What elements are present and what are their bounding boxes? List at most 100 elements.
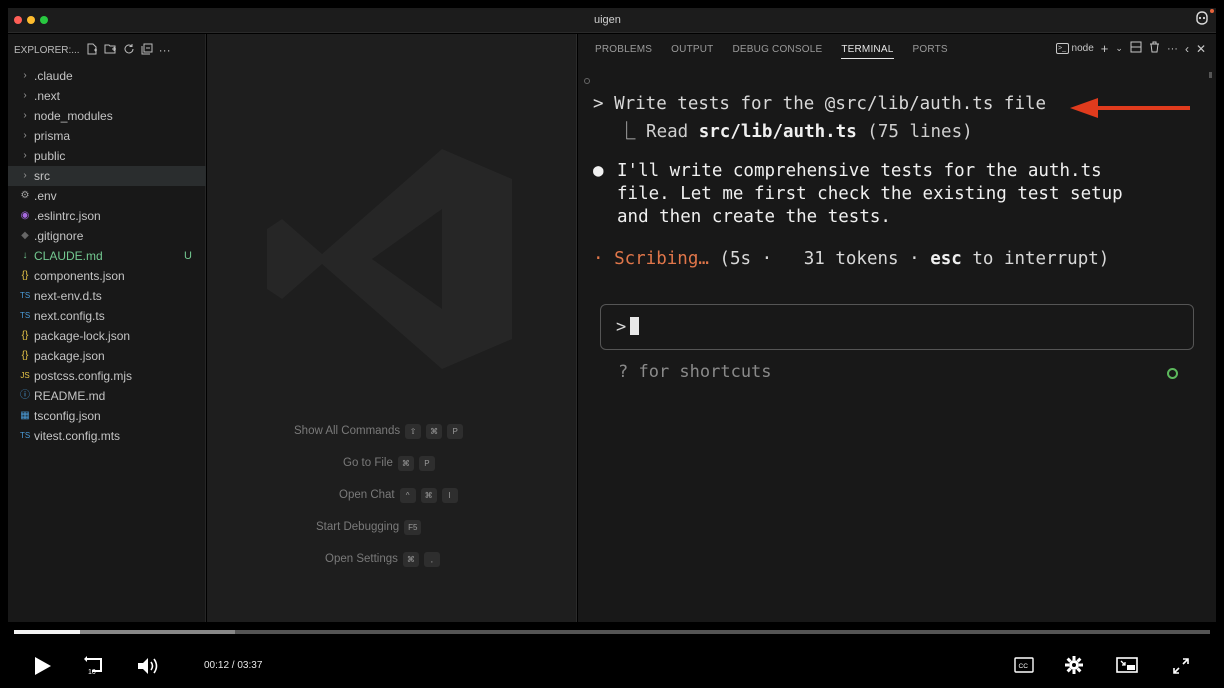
closed-captions-button[interactable]: CC [1014,657,1034,678]
git-icon: ◆ [21,230,29,241]
typescript-icon: TS [20,311,31,320]
terminal-marker-icon [584,78,590,84]
new-terminal-icon[interactable]: + [1101,41,1109,56]
refresh-icon[interactable] [123,43,135,58]
chevron-left-icon[interactable]: ‹ [1185,42,1189,56]
play-icon[interactable] [34,656,52,681]
tree-item-env[interactable]: ⚙ .env [8,186,206,206]
video-progress-bar[interactable] [14,630,1210,634]
tree-item-next-env[interactable]: TS next-env.d.ts [8,286,206,306]
tab-terminal[interactable]: TERMINAL [841,44,894,59]
chevron-right-icon: › [23,90,27,101]
tree-item-package-lock[interactable]: {} package-lock.json [8,326,206,346]
info-icon: ⓘ [20,390,30,401]
window-title: uigen [594,14,621,26]
tree-item-claude[interactable]: › .claude [8,66,206,86]
json-icon: {} [21,330,29,341]
json-icon: {} [21,350,29,361]
tab-debug-console[interactable]: DEBUG CONSOLE [732,44,822,59]
scrollbar[interactable] [1209,72,1212,78]
video-time: 00:12 / 03:37 [204,660,263,671]
volume-icon[interactable] [137,656,159,681]
trash-icon[interactable] [1149,41,1160,56]
tree-item-postcss-config[interactable]: JS postcss.config.mjs [8,366,206,386]
minimize-window-button[interactable] [27,16,35,24]
tab-ports[interactable]: PORTS [913,44,948,59]
rewind-10-icon[interactable]: 10 [84,655,106,682]
panel-actions: >_ node + ⌄ ··· ‹ ✕ [1055,41,1206,56]
assistant-line-3: and then create the tests. [617,207,891,227]
tree-item-tsconfig[interactable]: ▦ tsconfig.json [8,406,206,426]
played-progress [14,630,80,634]
shortcut-start-debugging[interactable]: Start Debugging F5 [316,518,422,536]
terminal-icon: >_ [1055,43,1069,54]
explorer-header: EXPLORER:... ··· [14,42,171,58]
user-prompt-text: Write tests for the @src/lib/auth.ts fil… [614,94,1047,114]
tab-problems[interactable]: PROBLEMS [595,44,652,59]
settings-gear-icon[interactable] [1064,655,1084,680]
picture-in-picture-icon[interactable] [1116,657,1138,678]
terminal-selector[interactable]: >_ node [1055,43,1094,54]
chevron-right-icon: › [23,70,27,81]
more-actions-icon[interactable]: ··· [159,43,171,57]
shortcut-go-to-file[interactable]: Go to File ⌘ P [343,454,435,472]
editor-area: Show All Commands ⇧ ⌘ P Go to File ⌘ P O… [207,34,577,622]
red-arrow-annotation-icon [1070,98,1190,118]
tree-item-next[interactable]: › .next [8,86,206,106]
prompt-input[interactable]: > [600,304,1194,350]
svg-text:CC: CC [1019,663,1029,670]
tree-item-readme[interactable]: ⓘ README.md [8,386,206,406]
tree-item-components-json[interactable]: {} components.json [8,266,206,286]
git-status-badge: U [184,250,192,262]
chevron-right-icon: › [23,130,27,141]
traffic-lights [14,16,48,24]
vscode-logo-watermark-icon [267,149,512,369]
status-circle-icon [1167,368,1178,379]
close-panel-icon[interactable]: ✕ [1196,42,1206,56]
file-tree: › .claude › .next › node_modules › prisma › p… [8,66,206,446]
svg-text:10: 10 [88,669,96,676]
chevron-right-icon: › [23,110,27,121]
split-terminal-icon[interactable] [1130,41,1142,56]
chevron-right-icon: › [23,150,27,161]
eslint-icon: ◉ [20,210,30,221]
new-file-icon[interactable] [86,43,98,58]
tree-item-src[interactable]: › src [8,166,206,186]
tree-item-public[interactable]: › public [8,146,206,166]
shortcut-open-settings[interactable]: Open Settings ⌘ , [325,550,440,568]
chevron-right-icon: › [23,170,27,181]
new-folder-icon[interactable] [104,43,117,58]
copilot-icon[interactable] [1194,9,1214,28]
more-actions-icon[interactable]: ··· [1167,43,1178,55]
typescript-icon: TS [20,431,31,440]
tree-item-vitest-config[interactable]: TS vitest.config.mts [8,426,206,446]
shortcut-show-all-commands[interactable]: Show All Commands ⇧ ⌘ P [294,422,464,440]
collapse-all-icon[interactable] [141,43,153,58]
gear-icon: ⚙ [20,190,30,201]
chevron-down-icon[interactable]: ⌄ [1115,43,1123,54]
tree-item-gitignore[interactable]: ◆ .gitignore [8,226,206,246]
video-controls: 10 00:12 / 03:37 CC [0,646,1224,686]
tree-item-claude-md[interactable]: ↓ CLAUDE.md U [8,246,206,266]
tree-item-node-modules[interactable]: › node_modules [8,106,206,126]
tree-item-package-json[interactable]: {} package.json [8,346,206,366]
tree-item-next-config[interactable]: TS next.config.ts [8,306,206,326]
panel-tabs: PROBLEMS OUTPUT DEBUG CONSOLE TERMINAL P… [595,44,948,59]
window-titlebar: uigen [8,8,1216,33]
tab-output[interactable]: OUTPUT [671,44,713,59]
input-prompt-symbol: > [616,317,627,337]
status-word: Scribing… [614,249,709,269]
tree-item-eslintrc[interactable]: ◉ .eslintrc.json [8,206,206,226]
fullscreen-icon[interactable] [1172,657,1190,680]
assistant-line-1: I'll write comprehensive tests for the a… [617,161,1102,181]
video-frame: uigen EXPLORER:... ··· › .claude ›.next … [0,0,1224,688]
shortcuts-hint: ? for shortcuts [618,362,772,382]
close-window-button[interactable] [14,16,22,24]
zoom-window-button[interactable] [40,16,48,24]
tree-item-prisma[interactable]: › prisma [8,126,206,146]
assistant-bullet-icon: ● [593,161,604,181]
status-line: · Scribing… (5s · 31 tokens · esc to int… [593,249,1110,269]
read-tool-line: ⎿ Read src/lib/auth.ts (75 lines) [618,122,973,142]
shortcut-open-chat[interactable]: Open Chat ^ ⌘ I [339,486,458,504]
json-icon: {} [21,270,29,281]
